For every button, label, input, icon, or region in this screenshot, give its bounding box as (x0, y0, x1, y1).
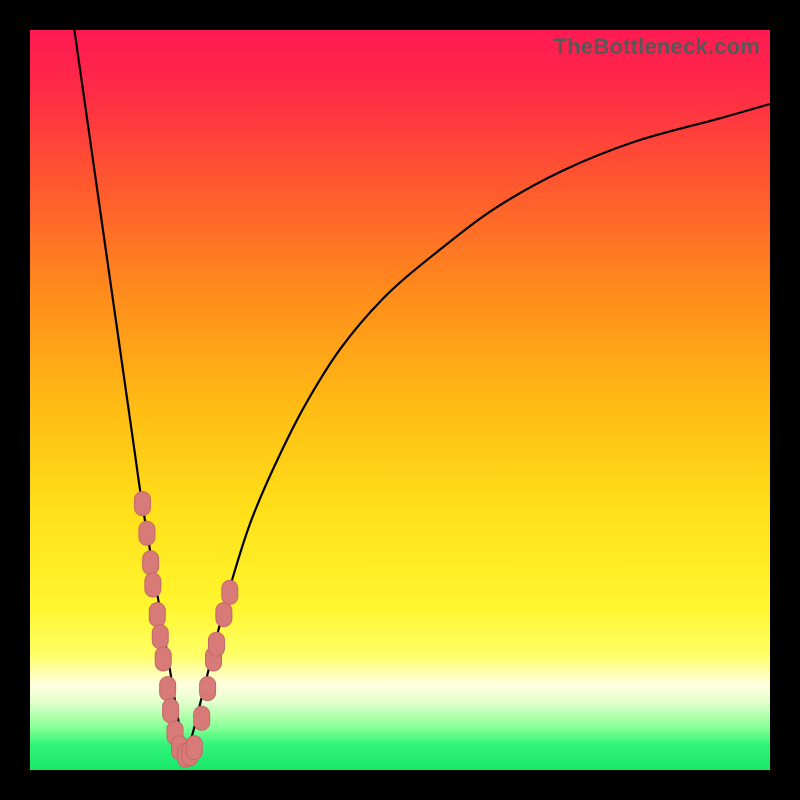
data-marker (139, 521, 155, 545)
data-marker (152, 625, 168, 649)
left-branch-curve (74, 30, 185, 755)
data-marker (163, 699, 179, 723)
right-branch-curve (185, 104, 770, 755)
marker-group (134, 492, 237, 768)
data-marker (145, 573, 161, 597)
data-marker (200, 677, 216, 701)
data-marker (222, 580, 238, 604)
curve-layer (30, 30, 770, 770)
data-marker (134, 492, 150, 516)
data-marker (216, 603, 232, 627)
data-marker (143, 551, 159, 575)
data-marker (160, 677, 176, 701)
outer-frame: TheBottleneck.com (0, 0, 800, 800)
plot-area: TheBottleneck.com (30, 30, 770, 770)
data-marker (155, 647, 171, 671)
data-marker (194, 706, 210, 730)
data-marker (208, 632, 224, 656)
watermark-text: TheBottleneck.com (554, 34, 760, 60)
data-marker (186, 736, 202, 760)
data-marker (149, 603, 165, 627)
